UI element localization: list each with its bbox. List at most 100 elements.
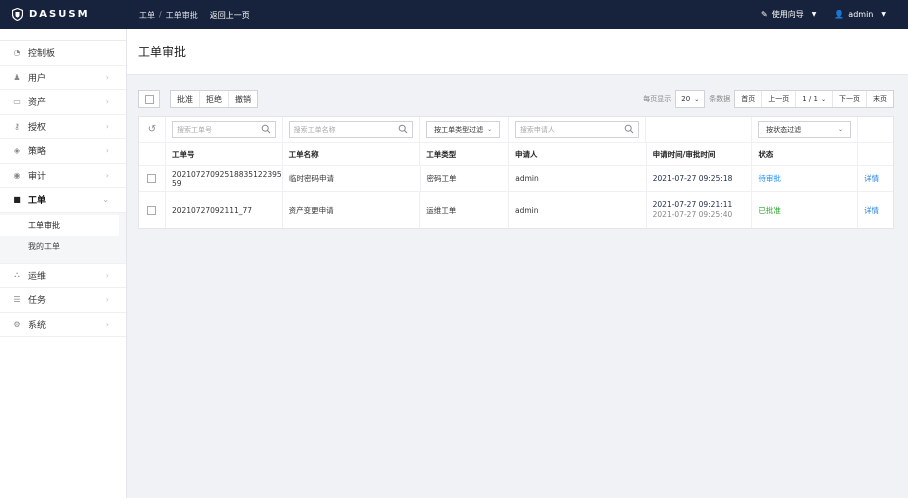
caret-down-icon: ▼ (881, 11, 886, 18)
chevron-down-icon: ⌄ (820, 95, 826, 103)
sidebar-item-label: 控制板 (28, 49, 56, 60)
ticket-type-filter[interactable]: 按工单类型过滤 ⌄ (426, 121, 501, 138)
sidebar-item-label: 工单 (28, 196, 47, 207)
ticket-name: 资产变更申请 (283, 192, 421, 228)
shield-logo-icon (12, 8, 23, 21)
column-header: 申请时间/审批时间 (647, 143, 753, 165)
revoke-button[interactable]: 撤销 (229, 91, 257, 107)
first-page-button[interactable]: 首页 (735, 91, 763, 107)
key-icon: ⚷ (14, 121, 20, 131)
row-checkbox[interactable] (147, 174, 157, 183)
sidebar-item-tickets[interactable]: ■ 工单 ⌄ (0, 188, 126, 213)
chevron-right-icon: › (105, 319, 109, 329)
ticket-table: ↺ 搜索工单号 搜索工单名称 按工单类型过滤 ⌄ 搜索申请人 按状态过滤 ⌄ 工… (138, 116, 894, 229)
chevron-right-icon: › (105, 121, 109, 131)
chevron-right-icon: › (105, 72, 109, 82)
per-page-unit: 条数据 (709, 95, 731, 103)
ticket-type: 运维工单 (420, 192, 510, 228)
ticket-name-search-input[interactable]: 搜索工单名称 (288, 121, 414, 138)
row-checkbox[interactable] (147, 205, 157, 215)
sidebar-item-label: 审计 (28, 171, 47, 182)
sidebar-item-assets[interactable]: ▭ 资产 › (0, 90, 126, 115)
column-header: 工单类型 (420, 143, 510, 165)
sidebar-item-ops[interactable]: ⛬ 运维 › (0, 264, 126, 288)
chevron-right-icon: › (105, 170, 109, 180)
status-badge: 待审批 (752, 166, 859, 191)
sidebar-item-label: 系统 (28, 320, 47, 331)
next-page-button[interactable]: 下一页 (833, 91, 867, 107)
sidebar-subitem-my-tickets[interactable]: 我的工单 (0, 236, 126, 257)
main-content: 工单审批 批准 拒绝 撤销 每页显示 20 ⌄ 条数据 首页 上一页 1 / 1… (127, 29, 908, 498)
task-icon: ☰ (13, 295, 21, 305)
sidebar: ◔ 控制板 ♟ 用户 › ▭ 资产 › ⚷ 授权 › ◈ 策略 › ◉ 审计 ›… (0, 29, 127, 498)
details-link[interactable]: 详情 (858, 166, 893, 191)
sidebar-item-dashboard[interactable]: ◔ 控制板 (0, 41, 126, 66)
sidebar-item-label: 资产 (28, 98, 47, 109)
gear-icon: ⚙ (13, 319, 21, 329)
sidebar-item-audit[interactable]: ◉ 审计 › (0, 164, 126, 188)
column-header: 工单名称 (283, 143, 421, 165)
select-all-checkbox[interactable] (138, 90, 160, 108)
approve-time: 2021-07-27 09:25:40 (652, 210, 733, 219)
top-bar: DASUSM 工单 / 工单审批 返回上一页 ✎ 使用向导 ▼ 👤 admin … (0, 0, 908, 29)
sidebar-item-users[interactable]: ♟ 用户 › (0, 66, 126, 90)
chevron-right-icon: › (105, 270, 109, 280)
dashboard-icon: ◔ (13, 48, 21, 58)
apply-time: 2021-07-27 09:21:11 (652, 200, 733, 209)
breadcrumb-root[interactable]: 工单 (139, 10, 155, 21)
ticket-no-search-input[interactable]: 搜索工单号 (171, 121, 276, 138)
reject-button[interactable]: 拒绝 (200, 91, 229, 107)
chevron-right-icon: › (105, 295, 109, 305)
page-header: 工单审批 (127, 29, 908, 75)
header-actions: ✎ 使用向导 ▼ 👤 admin ▼ (761, 9, 886, 20)
search-icon (625, 124, 634, 134)
chevron-down-icon: ⌄ (102, 195, 109, 205)
sidebar-item-label: 任务 (28, 296, 47, 307)
applicant-search-input[interactable]: 搜索申请人 (514, 121, 640, 138)
pagination: 每页显示 20 ⌄ 条数据 首页 上一页 1 / 1 ⌄ 下一页 末页 (643, 90, 894, 108)
reset-icon[interactable]: ↺ (148, 124, 156, 135)
sidebar-item-label: 授权 (28, 122, 47, 133)
search-icon (261, 124, 270, 134)
guide-label: 使用向导 (771, 10, 804, 19)
column-header: 状态 (752, 143, 859, 165)
ticket-name: 临时密码申请 (283, 166, 421, 191)
sidebar-item-tasks[interactable]: ☰ 任务 › (0, 288, 126, 313)
back-link[interactable]: 返回上一页 (210, 10, 250, 21)
chevron-down-icon: ⌄ (694, 95, 700, 103)
sidebar-item-policy[interactable]: ◈ 策略 › (0, 139, 126, 164)
details-link[interactable]: 详情 (858, 192, 893, 228)
applicant: admin (509, 192, 647, 228)
search-icon (398, 124, 408, 134)
ticket-no: 20210727092518835122395​59 (166, 166, 283, 191)
chevron-down-icon: ⌄ (487, 126, 493, 133)
sidebar-item-system[interactable]: ⚙ 系统 › (0, 313, 126, 337)
policy-icon: ◈ (13, 146, 21, 156)
brand[interactable]: DASUSM (12, 8, 90, 21)
monitor-icon: ▭ (13, 97, 21, 107)
breadcrumb-current: 工单审批 (165, 11, 198, 20)
ticket-icon: ■ (13, 195, 21, 205)
user-menu[interactable]: 👤 admin ▼ (834, 10, 886, 19)
caret-down-icon: ▼ (811, 11, 817, 18)
brand-name: DASUSM (29, 9, 90, 20)
prev-page-button[interactable]: 上一页 (762, 91, 797, 107)
per-page-select[interactable]: 20 ⌄ (675, 90, 706, 108)
sidebar-item-label: 策略 (28, 147, 47, 158)
table-row: 20210727092518835122395​59 临时密码申请 密码工单 a… (139, 166, 893, 192)
status-filter[interactable]: 按状态过滤 ⌄ (758, 121, 852, 138)
sidebar-submenu: 工单审批 我的工单 (0, 212, 126, 264)
eye-icon: ◉ (13, 170, 21, 180)
last-page-button[interactable]: 末页 (867, 91, 893, 107)
sidebar-item-label: 运维 (28, 271, 47, 282)
sidebar-subitem-ticket-approval[interactable]: 工单审批 (0, 214, 119, 236)
approve-button[interactable]: 批准 (171, 91, 200, 107)
page-select[interactable]: 1 / 1 ⌄ (796, 91, 833, 107)
ticket-type: 密码工单 (421, 166, 510, 191)
applicant: admin (509, 166, 647, 191)
guide-menu[interactable]: ✎ 使用向导 ▼ (761, 9, 816, 20)
sidebar-item-authorization[interactable]: ⚷ 授权 › (0, 115, 126, 139)
table-row: 20210727092111_77 资产变更申请 运维工单 admin 2021… (139, 192, 893, 228)
filter-row: ↺ 搜索工单号 搜索工单名称 按工单类型过滤 ⌄ 搜索申请人 按状态过滤 ⌄ (139, 117, 893, 143)
chevron-right-icon: › (105, 146, 109, 156)
